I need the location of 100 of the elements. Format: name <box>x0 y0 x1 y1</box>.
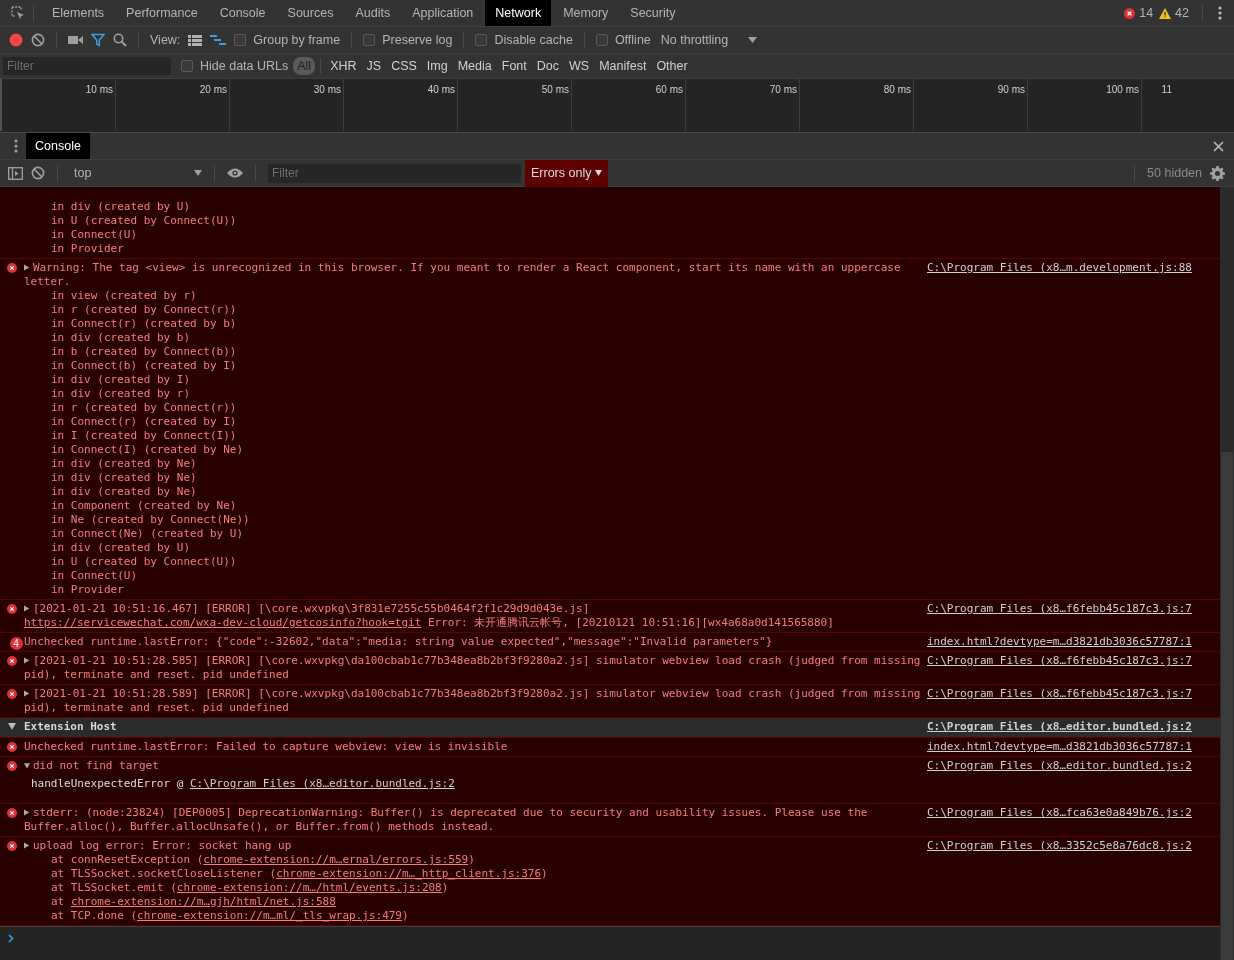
time-tick-label: 20 ms <box>199 84 227 95</box>
time-tick-label: 50 ms <box>541 84 569 95</box>
prompt-chevron-icon[interactable] <box>8 934 14 943</box>
source-link[interactable]: C:\Program Files (x8…3352c5e8a76dc8.js:2 <box>927 839 1192 852</box>
panel-tab[interactable]: Audits <box>345 0 401 26</box>
source-link[interactable]: chrome-extension://m…ernal/errors.js:559 <box>203 853 469 866</box>
type-filter-button[interactable]: XHR <box>326 57 361 75</box>
source-link[interactable]: C:\Program Files (x8…f6febb45c187c3.js:7 <box>927 687 1192 700</box>
scrollbar[interactable] <box>1220 187 1234 960</box>
settings-icon[interactable] <box>1210 165 1225 181</box>
error-icon <box>7 263 17 273</box>
stack-trace-line: in view (created by r) <box>50 289 198 303</box>
type-filter-button[interactable]: CSS <box>387 57 421 75</box>
source-link[interactable]: C:\Program Files (x8…editor.bundled.js:2 <box>189 777 455 790</box>
panel-tab[interactable]: Sources <box>277 0 344 26</box>
panel-tab[interactable]: Console <box>209 0 276 26</box>
stack-trace-line: in Connect(U) <box>50 228 139 242</box>
source-link[interactable]: chrome-extension://m…/html/events.js:208 <box>176 881 442 894</box>
panel-tab[interactable]: Memory <box>553 0 619 26</box>
panel-tab[interactable]: Security <box>620 0 686 26</box>
drawer-menu-icon[interactable] <box>14 139 18 153</box>
checkbox[interactable] <box>181 60 193 72</box>
checkbox[interactable] <box>475 34 488 46</box>
time-tick-label: 11 <box>1161 84 1172 95</box>
drawer-tab[interactable]: Console <box>26 133 90 159</box>
checkbox-label[interactable]: Disable cache <box>494 33 573 47</box>
type-filter-button[interactable]: WS <box>565 57 594 75</box>
stack-trace-line: in Provider <box>50 583 125 597</box>
record-button[interactable] <box>9 33 23 47</box>
checkbox[interactable] <box>595 34 608 46</box>
checkbox-label[interactable]: Offline <box>614 33 651 47</box>
clear-icon[interactable] <box>31 166 45 180</box>
panel-tab[interactable]: Elements <box>42 0 115 26</box>
type-filter-button[interactable]: JS <box>362 57 386 75</box>
search-icon[interactable] <box>113 33 127 47</box>
stack-trace-line: in Connect(r) (created by I) <box>50 415 238 429</box>
source-link[interactable]: C:\Program Files (x8…f6febb45c187c3.js:7 <box>927 602 1192 615</box>
source-link[interactable]: C:\Program Files (x8…editor.bundled.js:2 <box>927 720 1192 733</box>
type-filter-button[interactable]: Font <box>497 57 531 75</box>
call-stack-line: handleUnexpectedError @ C:\Program Files (x8…editor.bundled.js:2 <box>30 776 456 792</box>
list-view-icon[interactable] <box>188 34 203 46</box>
stack-trace-line: in r (created by Connect(r)) <box>50 401 238 415</box>
type-filter-button[interactable]: Manifest <box>595 57 651 75</box>
scrollbar-thumb[interactable] <box>1221 452 1233 960</box>
message-text: [2021-01-21 10:51:28.589] [ERROR] [\core.wxvpkg\da100cbab1c77b348ea8b2bf3f9280a2.js] simulator webview load crash (judged from missing pid), terminate and reset. pid undefined <box>24 687 922 715</box>
caret-icon[interactable] <box>194 170 202 176</box>
time-tick-label: 30 ms <box>313 84 341 95</box>
type-filter-button[interactable]: Doc <box>532 57 563 75</box>
type-filter-button[interactable]: Other <box>652 57 692 75</box>
error-icon <box>7 808 17 818</box>
checkbox-label[interactable]: Group by frame <box>253 33 341 47</box>
expand-triangle-icon[interactable] <box>24 657 30 664</box>
caret-icon[interactable] <box>595 170 603 176</box>
console-filter-field[interactable]: Filter <box>268 163 521 183</box>
filter-icon[interactable] <box>91 33 105 47</box>
expand-triangle-icon[interactable] <box>24 690 30 697</box>
source-link[interactable]: chrome-extension://m…ml/_tls_wrap.js:479 <box>137 909 402 922</box>
source-link[interactable]: C:\Program Files (x8…fca63e0a849b76.js:2 <box>927 806 1192 819</box>
panel-tab[interactable]: Network <box>485 0 552 26</box>
panel-tab[interactable]: Application <box>402 0 484 26</box>
checkbox-label[interactable]: Preserve log <box>382 33 453 47</box>
eye-icon[interactable] <box>227 168 243 178</box>
repeat-count-badge: 4 <box>9 637 23 650</box>
expand-triangle-icon[interactable] <box>24 605 30 612</box>
stack-trace-line: in div (created by Ne) <box>50 471 198 485</box>
stack-trace-line: in Connect(Ne) (created by U) <box>50 527 245 541</box>
source-link[interactable]: index.html?devtype=m…d3821db3036c57787:1 <box>927 635 1192 648</box>
panel-tab[interactable]: Performance <box>116 0 208 26</box>
stack-trace-line: in Component (created by Ne) <box>50 499 238 513</box>
collapse-triangle-icon[interactable] <box>24 762 30 769</box>
context-dropdown[interactable]: top <box>70 166 186 180</box>
caret-icon[interactable] <box>748 37 758 43</box>
source-link[interactable]: C:\Program Files (x8…f6febb45c187c3.js:7 <box>927 654 1192 667</box>
waterfall-icon[interactable] <box>210 34 227 46</box>
source-link[interactable]: chrome-extension://m…gjh/html/net.js:588 <box>70 895 336 908</box>
stack-trace-line: in Ne (created by Connect(Ne)) <box>50 513 251 527</box>
sidebar-toggle-icon[interactable] <box>8 166 23 180</box>
video-camera-icon[interactable] <box>68 35 83 45</box>
source-link[interactable]: index.html?devtype=m…d3821db3036c57787:1 <box>927 740 1192 753</box>
clear-icon[interactable] <box>31 33 45 47</box>
source-link[interactable]: chrome-extension://m…_http_client.js:376 <box>276 867 542 880</box>
expand-triangle-icon[interactable] <box>24 842 30 849</box>
source-link[interactable]: C:\Program Files (x8…m.development.js:88 <box>927 261 1192 274</box>
more-options-icon[interactable] <box>1218 6 1222 20</box>
level-filter-dropdown[interactable]: Errors only <box>525 159 609 187</box>
close-icon[interactable] <box>1213 140 1224 152</box>
filter-field[interactable]: Filter <box>3 57 171 75</box>
inspect-element-icon[interactable] <box>10 5 26 21</box>
collapse-triangle-icon[interactable] <box>8 723 16 730</box>
expand-triangle-icon[interactable] <box>24 264 30 271</box>
view-label: View: <box>150 33 181 47</box>
checkbox[interactable] <box>363 34 376 46</box>
type-filter-button[interactable]: Img <box>422 57 452 75</box>
type-filter-button[interactable]: Media <box>453 57 496 75</box>
checkbox-label[interactable]: Hide data URLs <box>200 59 289 73</box>
checkbox[interactable] <box>234 34 247 46</box>
throttling-dropdown[interactable]: No throttling <box>660 33 729 47</box>
url-link[interactable]: https://servicewechat.com/wxa-dev-cloud/getcosinfo?hook=tgit <box>24 616 422 629</box>
expand-triangle-icon[interactable] <box>24 809 30 816</box>
source-link[interactable]: C:\Program Files (x8…editor.bundled.js:2 <box>927 759 1192 772</box>
